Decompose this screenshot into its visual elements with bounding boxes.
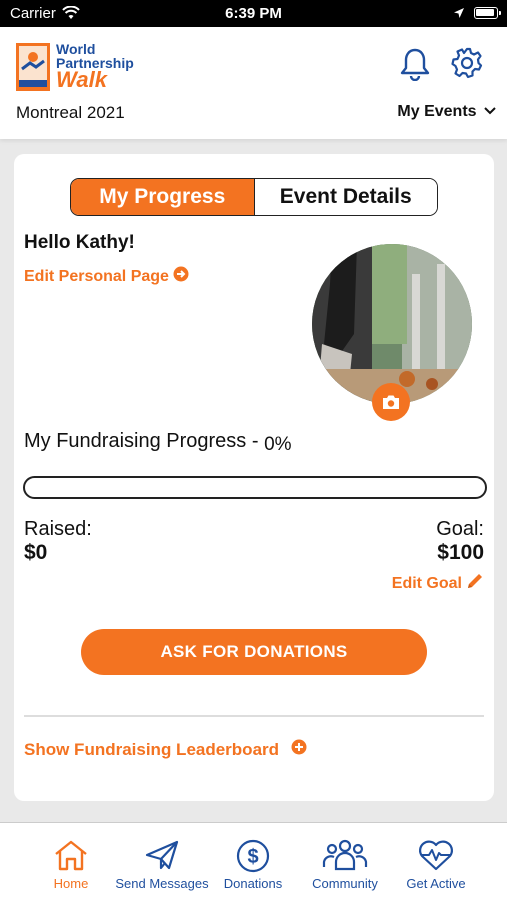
fundraising-percent: 0% xyxy=(264,434,292,455)
fundraising-progress-title: My Fundraising Progress - 0% xyxy=(24,430,292,455)
nav-donations-label: Donations xyxy=(223,876,283,891)
chevron-down-icon xyxy=(483,103,497,121)
edit-personal-page-link[interactable]: Edit Personal Page xyxy=(24,266,189,287)
edit-personal-page-label: Edit Personal Page xyxy=(24,267,169,285)
tab-my-progress[interactable]: My Progress xyxy=(71,179,254,215)
edit-goal-label: Edit Goal xyxy=(391,574,462,592)
heartbeat-icon xyxy=(386,839,486,871)
show-leaderboard-label: Show Fundraising Leaderboard xyxy=(24,739,280,759)
edit-goal-link[interactable]: Edit Goal xyxy=(392,572,484,595)
nav-home[interactable]: Home xyxy=(21,823,121,900)
my-events-dropdown[interactable]: My Events xyxy=(397,103,497,121)
raised-label: Raised: xyxy=(24,518,92,540)
status-bar: Carrier 6:39 PM xyxy=(0,0,507,27)
nav-community-label: Community xyxy=(312,876,378,891)
change-photo-camera-icon[interactable] xyxy=(372,383,410,421)
nav-home-label: Home xyxy=(53,876,89,891)
nav-send-messages[interactable]: Send Messages xyxy=(112,823,212,900)
clock: 6:39 PM xyxy=(225,5,282,22)
home-icon xyxy=(21,839,121,871)
show-leaderboard-link[interactable]: Show Fundraising Leaderboard xyxy=(24,739,307,760)
notifications-bell-icon[interactable] xyxy=(400,47,430,86)
my-events-label: My Events xyxy=(397,103,477,121)
battery-icon xyxy=(474,7,501,19)
bottom-tab-bar: Home Send Messages $ Donations Community… xyxy=(0,822,507,900)
section-divider xyxy=(24,715,484,717)
plus-circle-icon xyxy=(291,739,307,760)
event-name: Montreal 2021 xyxy=(16,103,125,122)
tab-event-details[interactable]: Event Details xyxy=(253,179,437,215)
arrow-circle-right-icon xyxy=(173,266,189,287)
nav-community[interactable]: Community xyxy=(295,823,395,900)
raised-amount: $0 xyxy=(24,541,48,564)
settings-gear-icon[interactable] xyxy=(451,47,483,84)
nav-get-active-label: Get Active xyxy=(406,876,466,891)
pencil-icon xyxy=(466,572,484,595)
progress-card: My Progress Event Details Hello Kathy! E… xyxy=(14,154,494,801)
app-header: World Partnership Walk Montreal 2021 My … xyxy=(0,27,507,139)
goal-amount: $100 xyxy=(437,541,484,564)
nav-donations[interactable]: $ Donations xyxy=(203,823,303,900)
nav-get-active[interactable]: Get Active xyxy=(386,823,486,900)
profile-photo[interactable] xyxy=(312,244,472,404)
location-icon xyxy=(453,6,465,23)
logo-line-3: Walk xyxy=(56,67,107,92)
greeting: Hello Kathy! xyxy=(24,232,135,253)
svg-text:$: $ xyxy=(247,846,258,868)
view-segmented-control: My Progress Event Details xyxy=(70,178,438,216)
logo-mark xyxy=(16,43,50,91)
logo-wordmark: World Partnership Walk xyxy=(56,41,134,92)
users-icon xyxy=(295,839,395,871)
logo-line-1: World xyxy=(56,41,96,57)
fundraising-progress-label: My Fundraising Progress - xyxy=(24,430,265,452)
dollar-circle-icon: $ xyxy=(203,839,303,873)
ask-for-donations-button[interactable]: ASK FOR DONATIONS xyxy=(81,629,427,675)
fundraising-progress-bar xyxy=(23,476,487,499)
paper-plane-icon xyxy=(112,839,212,871)
goal-label: Goal: xyxy=(436,518,484,540)
nav-send-messages-label: Send Messages xyxy=(115,876,209,891)
